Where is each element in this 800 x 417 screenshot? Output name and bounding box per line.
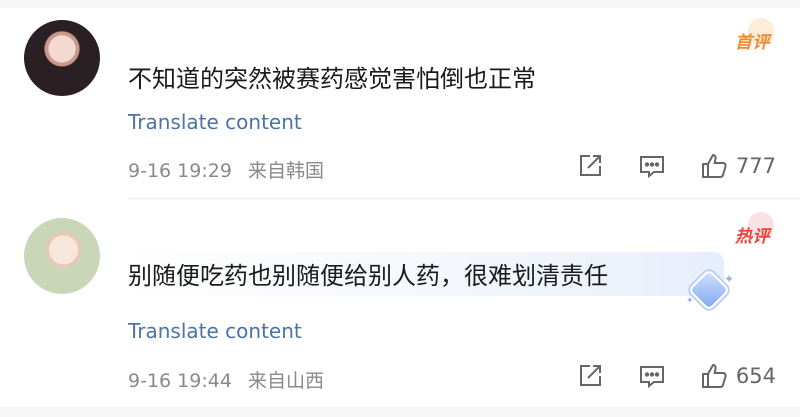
reply-button[interactable] bbox=[638, 152, 666, 180]
translate-link[interactable]: Translate content bbox=[128, 319, 302, 343]
comment-text: 别随便吃药也别随便给别人药，很难划清责任 bbox=[128, 262, 608, 290]
comment-actions: 777 bbox=[576, 152, 776, 180]
like-icon bbox=[701, 154, 727, 178]
comment-item: 热评 别随便吃药也别随便给别人药，很难划清责任 ✦ ✦ Translate co… bbox=[0, 202, 800, 407]
comment-date: 9-16 19:44 bbox=[128, 370, 232, 392]
comment-divider bbox=[128, 198, 800, 199]
bottom-separator bbox=[0, 407, 800, 417]
like-count: 654 bbox=[735, 364, 776, 388]
like-icon bbox=[701, 364, 727, 388]
translate-link[interactable]: Translate content bbox=[128, 110, 302, 134]
like-count: 777 bbox=[735, 154, 776, 178]
share-button[interactable] bbox=[576, 362, 604, 390]
like-button[interactable]: 777 bbox=[700, 152, 776, 180]
comment-actions: 654 bbox=[576, 362, 776, 390]
reply-icon bbox=[639, 156, 664, 179]
like-button[interactable]: 654 bbox=[700, 362, 776, 390]
share-button[interactable] bbox=[576, 152, 604, 180]
comment-meta: 9-16 19:29 来自韩国 bbox=[128, 156, 324, 183]
top-separator bbox=[0, 0, 800, 8]
comment-date: 9-16 19:29 bbox=[128, 160, 232, 182]
reply-icon bbox=[639, 366, 664, 389]
first-comment-badge: 首评 bbox=[735, 33, 770, 53]
share-icon bbox=[579, 365, 601, 386]
comment-location: 来自山西 bbox=[247, 370, 324, 392]
comment-meta: 9-16 19:44 来自山西 bbox=[128, 366, 324, 393]
comment-item: 首评 不知道的突然被赛药感觉害怕倒也正常 Translate content 9… bbox=[0, 8, 800, 198]
hot-comment-badge: 热评 bbox=[735, 227, 770, 247]
user-avatar[interactable] bbox=[24, 218, 100, 294]
comment-location: 来自韩国 bbox=[247, 160, 324, 182]
sparkle-icon: ✦ bbox=[686, 296, 694, 306]
comment-text: 不知道的突然被赛药感觉害怕倒也正常 bbox=[128, 65, 536, 93]
share-icon bbox=[579, 155, 601, 176]
user-avatar[interactable] bbox=[24, 20, 100, 96]
reply-button[interactable] bbox=[638, 362, 666, 390]
sparkle-icon: ✦ bbox=[724, 272, 735, 286]
